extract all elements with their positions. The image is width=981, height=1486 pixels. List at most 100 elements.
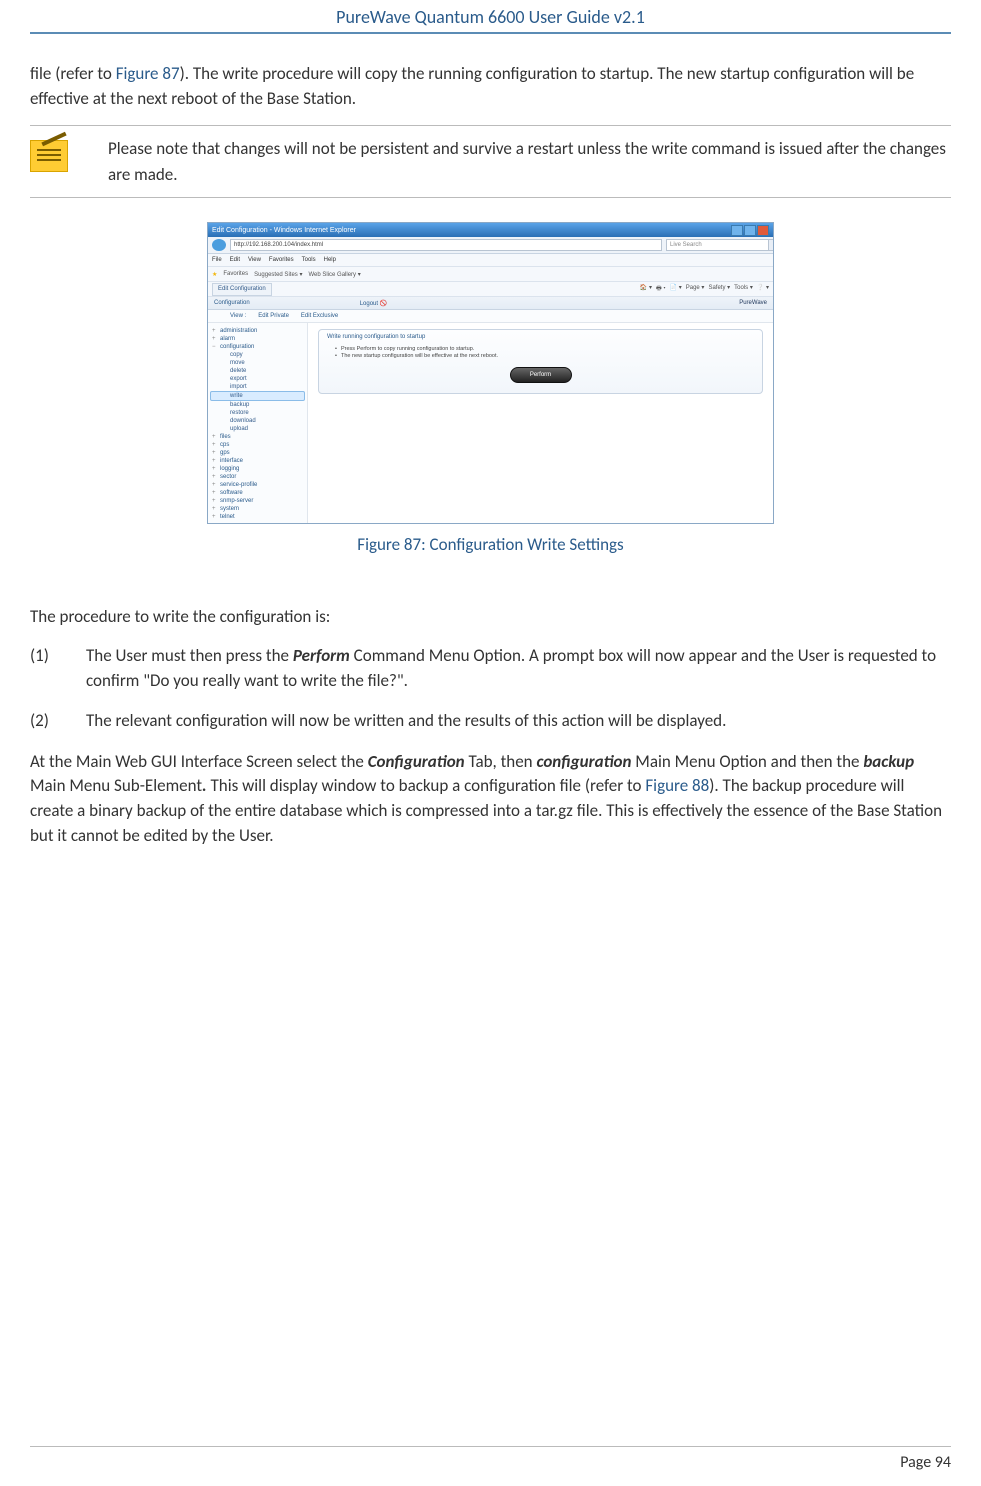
follow-seg5: This will display window to backup a con… [207,775,646,796]
logout-icon: 🚫 [380,301,387,307]
note-text: Please note that changes will not be per… [108,136,951,187]
view-label: View : [230,313,246,319]
minimize-button[interactable] [731,225,743,236]
address-field[interactable]: http://192.168.200.104/index.html [230,239,662,251]
note-block: Please note that changes will not be per… [30,125,951,198]
follow-seg2: Tab, then [465,751,537,772]
tree-item-administration[interactable]: administration [210,327,305,335]
menu-view[interactable]: View [248,257,261,263]
search-field[interactable]: Live Search [666,239,769,251]
screenshot-figure-87: Edit Configuration - Windows Internet Ex… [207,222,774,524]
favorites-label[interactable]: Favorites [223,271,248,277]
tree-item-copy[interactable]: copy [210,351,305,359]
step-1: (1) The User must then press the Perform… [30,644,951,693]
tree-item-software[interactable]: software [210,489,305,497]
step-1-pre: The User must then press the [86,645,293,666]
tree-item-snmp-server[interactable]: snmp-server [210,497,305,505]
intro-paragraph: file (refer to Figure 87). The write pro… [30,62,951,111]
figure-87-ref[interactable]: Figure 87 [116,63,180,84]
ie-titlebar: Edit Configuration - Windows Internet Ex… [208,223,773,237]
menu-favorites[interactable]: Favorites [269,257,294,263]
main-content-area: Write running configuration to startup P… [308,323,773,524]
note-icon [30,140,68,172]
step-1-number: (1) [30,644,86,693]
follow-configuration-menu: configuration [536,751,631,772]
tree-item-import[interactable]: import [210,383,305,391]
follow-seg4: Main Menu Sub-Element [30,775,202,796]
browser-tab[interactable]: Edit Configuration [212,283,272,296]
follow-backup-subelement: backup [863,751,914,772]
maximize-button[interactable] [744,225,756,236]
tree-item-restore[interactable]: restore [210,409,305,417]
tree-item-configuration[interactable]: configuration [210,343,305,351]
tree-item-cps[interactable]: cps [210,441,305,449]
followup-paragraph: At the Main Web GUI Interface Screen sel… [30,750,951,849]
tree-item-service-profile[interactable]: service-profile [210,481,305,489]
tree-item-alarm[interactable]: alarm [210,335,305,343]
tree-item-telnet[interactable]: telnet [210,513,305,521]
page-dropdown[interactable]: Page ▾ [686,284,705,294]
nav-back-button[interactable] [212,239,226,251]
tree-item-system[interactable]: system [210,505,305,513]
home-icon[interactable]: 🏠 ▾ [640,284,652,294]
procedure-intro: The procedure to write the configuration… [30,605,951,630]
follow-seg1: At the Main Web GUI Interface Screen sel… [30,751,368,772]
suggested-sites[interactable]: Suggested Sites ▾ [254,271,302,278]
panel-title: Write running configuration to startup [327,334,754,340]
tree-item-logging[interactable]: logging [210,465,305,473]
step-2-text: The relevant configuration will now be w… [86,709,951,734]
follow-configuration-tab: Configuration [368,751,465,772]
tree-item-backup[interactable]: backup [210,401,305,409]
panel-bullet-1: Press Perform to copy running configurat… [335,346,754,352]
safety-dropdown[interactable]: Safety ▾ [708,284,730,294]
step-1-bold: Perform [293,645,350,666]
menu-help[interactable]: Help [324,257,336,263]
favorites-bar: ★ Favorites Suggested Sites ▾ Web Slice … [208,267,773,282]
intro-pre: file (refer to [30,63,116,84]
app-topbar: Configuration Logout 🚫 PureWave [208,297,773,310]
tab-row: Edit Configuration 🏠 ▾ 🖶 ▾ 📄 ▾ Page ▾ Sa… [208,282,773,297]
tree-item-upload[interactable]: upload [210,425,305,433]
view-mode-bar: View : Edit Private Edit Exclusive [208,310,773,323]
step-2-number: (2) [30,709,86,734]
tree-item-delete[interactable]: delete [210,367,305,375]
logout-label[interactable]: Logout 🚫 [360,300,388,307]
favorites-star-icon[interactable]: ★ [212,271,217,278]
browser-menu-bar: File Edit View Favorites Tools Help [208,254,773,267]
address-bar-row: http://192.168.200.104/index.html Live S… [208,237,773,254]
nav-tree: administrationalarmconfigurationcopymove… [208,323,308,524]
page-number: Page 94 [900,1453,951,1472]
menu-tools[interactable]: Tools [302,257,316,263]
page-footer: Page 94 [30,1446,951,1472]
header-title: PureWave Quantum 6600 User Guide v2.1 [336,6,645,28]
tree-item-interface[interactable]: interface [210,457,305,465]
panel-bullet-2: The new startup configuration will be ef… [335,353,754,359]
figure-87-caption: Figure 87: Configuration Write Settings [30,534,951,555]
tree-item-write[interactable]: write [210,391,305,401]
tree-item-export[interactable]: export [210,375,305,383]
help-icon[interactable]: ❔ ▾ [757,284,769,294]
tools-dropdown[interactable]: Tools ▾ [734,284,753,294]
figure-88-ref[interactable]: Figure 88 [645,775,709,796]
follow-seg3: Main Menu Option and then the [631,751,863,772]
tree-item-gps[interactable]: gps [210,449,305,457]
topbar-config-tab[interactable]: Configuration [214,300,250,306]
perform-button[interactable]: Perform [510,367,572,383]
close-button[interactable] [757,225,769,236]
print-icon[interactable]: 🖶 ▾ [656,284,666,294]
step-2: (2) The relevant configuration will now … [30,709,951,734]
page-header: PureWave Quantum 6600 User Guide v2.1 [30,0,951,34]
edit-exclusive-link[interactable]: Edit Exclusive [301,313,338,319]
write-config-panel: Write running configuration to startup P… [318,329,763,394]
menu-edit[interactable]: Edit [230,257,240,263]
tree-item-files[interactable]: files [210,433,305,441]
menu-file[interactable]: File [212,257,222,263]
tree-item-download[interactable]: download [210,417,305,425]
web-slice-gallery[interactable]: Web Slice Gallery ▾ [308,271,360,278]
tree-item-sector[interactable]: sector [210,473,305,481]
edit-private-link[interactable]: Edit Private [258,313,289,319]
tree-item-move[interactable]: move [210,359,305,367]
page-icon[interactable]: 📄 ▾ [670,284,682,294]
purewave-logo: PureWave [739,300,767,306]
window-title: Edit Configuration - Windows Internet Ex… [212,227,356,234]
